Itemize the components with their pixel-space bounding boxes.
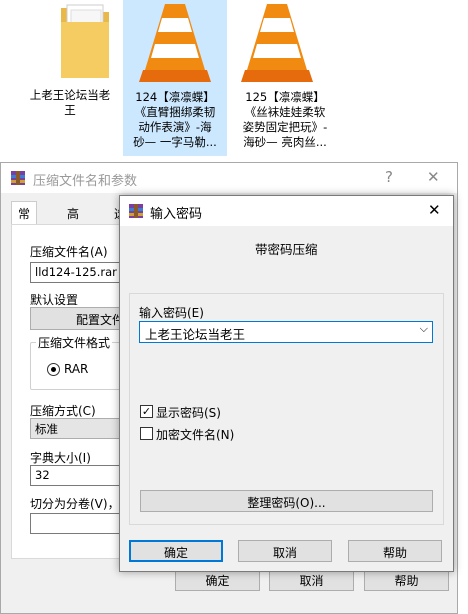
close-icon[interactable]: ✕ — [428, 201, 441, 219]
method-label: 压缩方式(C) — [30, 404, 96, 418]
file-item-video-124[interactable]: 124【凛凛蝶】 《直臂捆绑柔韧 动作表演》-海 砂— 一字马勒... — [123, 0, 227, 156]
file-name-line: 砂— 一字马勒... — [133, 135, 217, 149]
winrar-icon — [129, 204, 143, 218]
title-bar[interactable]: 压缩文件名和参数 ? ✕ — [1, 163, 457, 193]
pw-help-button[interactable]: 帮助 — [348, 540, 442, 562]
file-name-line: 王 — [64, 103, 76, 117]
split-label: 切分为分卷(V)，大 — [30, 497, 132, 511]
folder-icon — [61, 4, 109, 78]
split-field[interactable] — [30, 513, 130, 534]
close-icon[interactable]: ✕ — [427, 168, 440, 186]
pw-ok-button[interactable]: 确定 — [129, 540, 223, 562]
help-icon[interactable]: ? — [385, 168, 393, 186]
dialog-title: 压缩文件名和参数 — [33, 174, 138, 189]
password-value: 上老王论坛当老王 — [145, 327, 246, 342]
file-name-line: 《丝袜娃娃柔软 — [244, 105, 326, 119]
dialog-title: 输入密码 — [150, 207, 203, 222]
method-select[interactable]: 标准 — [30, 418, 130, 439]
rar-radio-label: RAR — [64, 362, 89, 376]
file-name-line: 124【凛凛蝶】 — [135, 90, 215, 104]
winrar-icon — [11, 171, 25, 185]
file-name-line: 《直臂捆绑柔韧 — [134, 105, 216, 119]
archive-name-label: 压缩文件名(A) — [30, 245, 108, 259]
password-group: 输入密码(E) 上老王论坛当老王 ⌵ ✓ 显示密码(S) 加密文件名(N) 整理… — [129, 293, 444, 525]
tab-general[interactable]: 常规 — [11, 201, 38, 238]
dict-select[interactable]: 32 — [30, 465, 130, 486]
vlc-cone-icon — [241, 4, 313, 82]
file-name-line: 上老王论坛当老 — [29, 88, 111, 102]
show-password-label: 显示密码(S) — [156, 406, 221, 420]
title-bar[interactable]: 输入密码 ✕ — [120, 196, 453, 226]
config-button[interactable]: 配置文件 — [30, 307, 130, 330]
dict-label: 字典大小(I) — [30, 451, 91, 465]
pw-cancel-button[interactable]: 取消 — [238, 540, 332, 562]
file-name-line: 动作表演》-海 — [138, 120, 212, 134]
file-name-line: 海砂— 亮肉丝... — [243, 135, 327, 149]
file-name-line: 姿势固定把玩》- — [242, 120, 328, 134]
vlc-cone-icon — [139, 4, 211, 82]
password-header: 带密码压缩 — [255, 242, 318, 257]
encrypt-filenames-checkbox[interactable] — [140, 427, 153, 440]
default-settings-label: 默认设置 — [30, 293, 79, 307]
format-group-label: 压缩文件格式 — [36, 334, 113, 351]
organize-passwords-button[interactable]: 整理密码(O)... — [140, 490, 433, 512]
show-password-checkbox[interactable]: ✓ — [140, 405, 153, 418]
rar-radio[interactable] — [47, 363, 60, 376]
file-item-folder[interactable]: 上老王论坛当老 王 — [22, 0, 118, 120]
password-dialog: 输入密码 ✕ 带密码压缩 输入密码(E) 上老王论坛当老王 ⌵ ✓ 显示密码(S… — [119, 195, 454, 572]
password-label: 输入密码(E) — [139, 306, 204, 320]
chevron-down-icon[interactable]: ⌵ — [420, 322, 428, 336]
file-name-line: 125【凛凛蝶】 — [245, 90, 325, 104]
password-combo[interactable]: 上老王论坛当老王 ⌵ — [139, 321, 433, 343]
encrypt-filenames-label: 加密文件名(N) — [156, 428, 235, 442]
file-item-video-125[interactable]: 125【凛凛蝶】 《丝袜娃娃柔软 姿势固定把玩》- 海砂— 亮肉丝... — [233, 0, 337, 156]
